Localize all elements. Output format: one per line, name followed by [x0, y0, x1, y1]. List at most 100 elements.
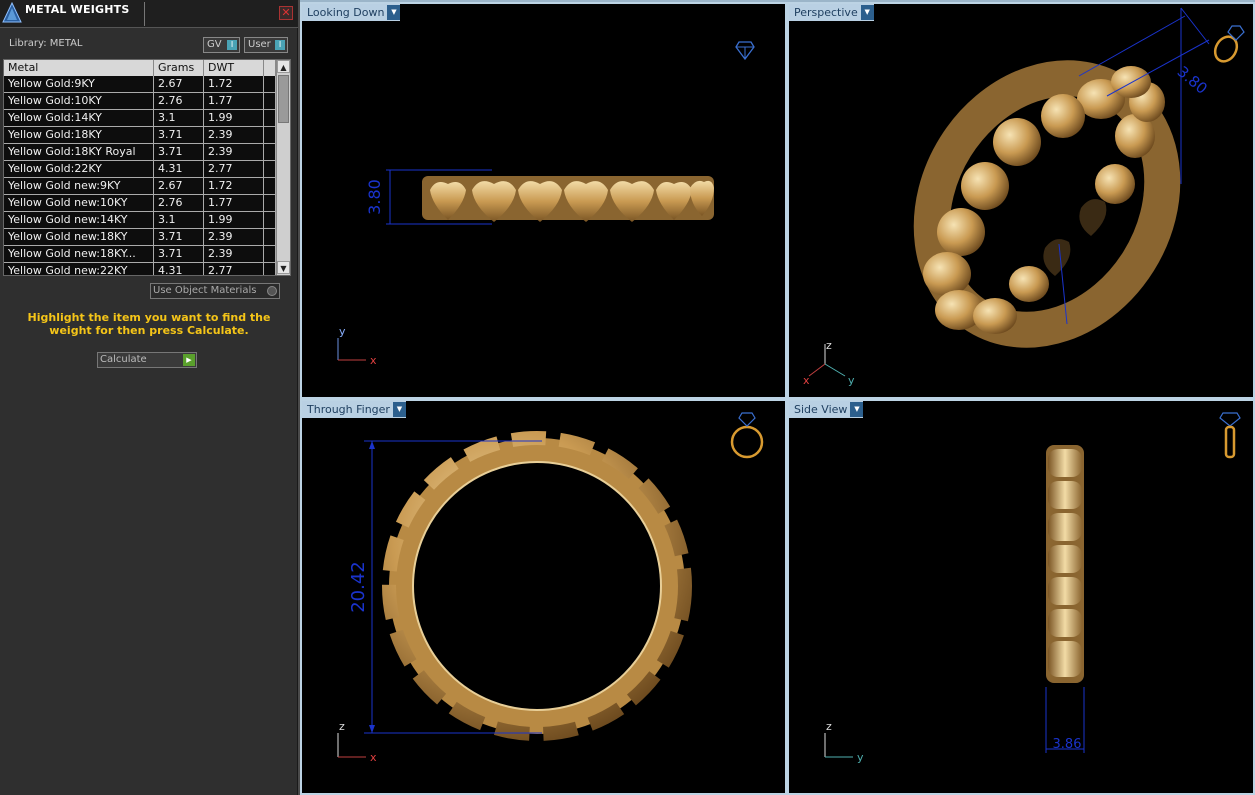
table-row[interactable]: Yellow Gold:18KY Royal 3.71 2.39 [4, 144, 276, 161]
spacer-cell [264, 127, 276, 143]
axis-indicator: z x y [803, 339, 855, 387]
ring-front-icon[interactable] [730, 412, 764, 459]
panel-title: METAL WEIGHTS [25, 3, 130, 16]
viewport-side-view[interactable]: 3.86 z y Side View ▼ [787, 399, 1255, 795]
axis-z-label: z [339, 720, 345, 733]
dwt-cell: 1.77 [204, 195, 264, 211]
viewport-label-looking-down[interactable]: Looking Down ▼ [302, 4, 401, 21]
table-header: Metal Grams DWT [4, 60, 276, 76]
spacer-cell [264, 212, 276, 228]
table-row[interactable]: Yellow Gold new:22KY 4.31 2.77 [4, 263, 276, 275]
metal-cell: Yellow Gold new:10KY [4, 195, 154, 211]
spacer-cell [264, 161, 276, 177]
close-icon[interactable]: ✕ [279, 6, 293, 20]
metal-cell: Yellow Gold new:18KY... [4, 246, 154, 262]
chevron-down-icon[interactable]: ▼ [387, 5, 401, 20]
column-header-dwt[interactable]: DWT [204, 60, 264, 76]
grams-cell: 2.67 [154, 178, 204, 194]
viewport-perspective[interactable]: 3.80 z x y Perspective ▼ [787, 2, 1255, 399]
axis-x-label: x [370, 751, 377, 764]
column-header-metal[interactable]: Metal [4, 60, 154, 76]
chevron-down-icon[interactable]: ▼ [860, 5, 874, 20]
table-row[interactable]: Yellow Gold:10KY 2.76 1.77 [4, 93, 276, 110]
dimension-label: 20.42 [348, 561, 369, 613]
dwt-cell: 2.77 [204, 263, 264, 275]
dwt-cell: 1.72 [204, 178, 264, 194]
grams-cell: 3.71 [154, 127, 204, 143]
table-row[interactable]: Yellow Gold new:14KY 3.1 1.99 [4, 212, 276, 229]
viewport-through-finger[interactable]: 20.42 z x Through Finger ▼ [300, 399, 787, 795]
viewport-label-text: Through Finger [307, 403, 390, 416]
ring-perspective-icon[interactable] [1211, 25, 1245, 65]
axis-z-label: z [826, 720, 832, 733]
viewport-looking-down[interactable]: 3.80 y x Looking Down ▼ [300, 2, 787, 399]
metal-cell: Yellow Gold new:22KY [4, 263, 154, 275]
ring-perspective-view [913, 60, 1181, 348]
info-icon: I [275, 40, 285, 50]
panel-header: METAL WEIGHTS ✕ [0, 0, 298, 28]
spacer-cell [264, 110, 276, 126]
metal-cell: Yellow Gold new:9KY [4, 178, 154, 194]
play-icon: ▶ [183, 354, 195, 366]
scroll-down-icon[interactable]: ▼ [277, 261, 290, 274]
dwt-cell: 2.39 [204, 144, 264, 160]
column-header-grams[interactable]: Grams [154, 60, 204, 76]
table-row[interactable]: Yellow Gold:9KY 2.67 1.72 [4, 76, 276, 93]
dwt-cell: 1.99 [204, 110, 264, 126]
viewport-label-perspective[interactable]: Perspective ▼ [789, 4, 874, 21]
dimension-label: 3.86 [1053, 737, 1082, 752]
grams-cell: 4.31 [154, 263, 204, 275]
viewport-label-side-view[interactable]: Side View ▼ [789, 401, 864, 418]
ring-side-icon[interactable] [1219, 412, 1241, 459]
dwt-cell: 2.39 [204, 127, 264, 143]
table-row[interactable]: Yellow Gold new:10KY 2.76 1.77 [4, 195, 276, 212]
use-object-materials-toggle[interactable]: Use Object Materials [150, 283, 280, 299]
dimension-label: 3.80 [365, 179, 384, 215]
scrollbar-thumb[interactable] [278, 75, 289, 123]
scroll-up-icon[interactable]: ▲ [277, 60, 290, 73]
grams-cell: 3.71 [154, 229, 204, 245]
viewport-label-text: Looking Down [307, 6, 385, 19]
library-gv-label: GV [207, 39, 222, 50]
chevron-down-icon[interactable]: ▼ [850, 402, 864, 417]
spacer-cell [264, 144, 276, 160]
through-finger-scene: 20.42 z x [337, 412, 764, 764]
viewport-label-through-finger[interactable]: Through Finger ▼ [302, 401, 406, 418]
axis-y-label: y [857, 751, 864, 764]
table-body: Yellow Gold:9KY 2.67 1.72 Yellow Gold:10KY 2… [4, 76, 276, 275]
grams-cell: 3.71 [154, 246, 204, 262]
spacer-cell [264, 195, 276, 211]
calculate-button[interactable]: Calculate ▶ [97, 352, 197, 368]
toggle-icon [267, 286, 277, 296]
viewport-label-text: Side View [794, 403, 848, 416]
metal-table: Metal Grams DWT Yellow Gold:9KY 2.67 1.72 Y… [3, 59, 291, 276]
looking-down-scene: 3.80 y x [337, 41, 755, 367]
table-row[interactable]: Yellow Gold:22KY 4.31 2.77 [4, 161, 276, 178]
gem-icon[interactable] [735, 41, 755, 61]
table-row[interactable]: Yellow Gold new:18KY 3.71 2.39 [4, 229, 276, 246]
axis-indicator: y x [337, 325, 377, 367]
spacer-cell [264, 263, 276, 275]
viewport-label-text: Perspective [794, 6, 858, 19]
dwt-cell: 2.77 [204, 161, 264, 177]
chevron-down-icon[interactable]: ▼ [392, 402, 406, 417]
grams-cell: 3.71 [154, 144, 204, 160]
app-logo-icon [2, 2, 22, 23]
table-row[interactable]: Yellow Gold:18KY 3.71 2.39 [4, 127, 276, 144]
dwt-cell: 1.72 [204, 76, 264, 92]
table-scrollbar[interactable]: ▲ ▼ [276, 60, 290, 275]
table-row[interactable]: Yellow Gold new:9KY 2.67 1.72 [4, 178, 276, 195]
table-row[interactable]: Yellow Gold:14KY 3.1 1.99 [4, 110, 276, 127]
perspective-scene: 3.80 z x y [803, 7, 1245, 387]
library-gv-button[interactable]: GV I [203, 37, 240, 53]
spacer-cell [264, 93, 276, 109]
library-user-button[interactable]: User I [244, 37, 288, 53]
dwt-cell: 2.39 [204, 246, 264, 262]
dwt-cell: 1.99 [204, 212, 264, 228]
use-object-materials-label: Use Object Materials [153, 285, 257, 296]
metal-cell: Yellow Gold:18KY [4, 127, 154, 143]
table-row[interactable]: Yellow Gold new:18KY... 3.71 2.39 [4, 246, 276, 263]
axis-y-label: y [339, 325, 346, 338]
metal-weights-panel: METAL WEIGHTS ✕ Library: METAL GV I User… [0, 0, 298, 795]
ring-top-view [422, 176, 714, 222]
